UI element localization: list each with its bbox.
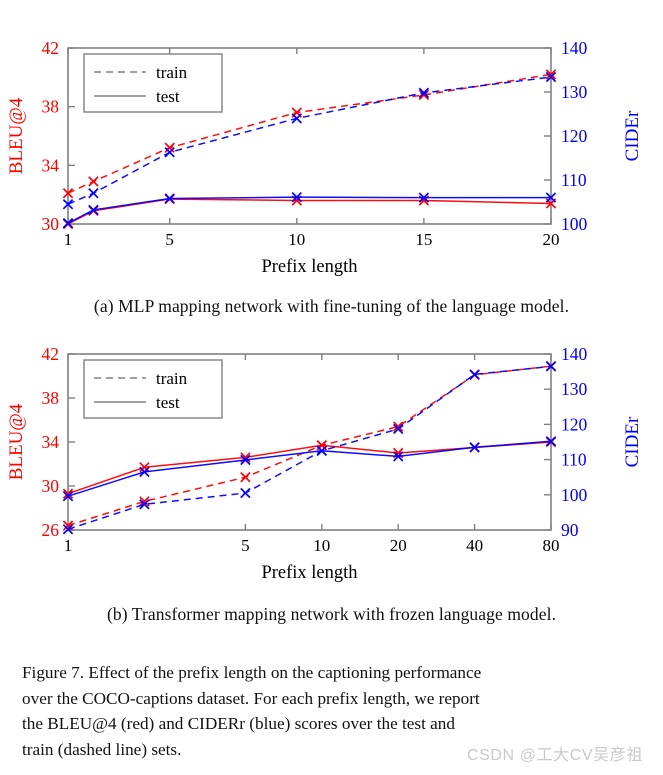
y-axis-right-title: CIDEr [622,110,643,161]
y-axis-left-tick-label: 38 [42,388,60,408]
legend-label-test: test [156,393,180,412]
y-axis-left-title: BLEU@4 [6,97,27,174]
y-axis-left-tick-label: 42 [42,38,60,58]
y-axis-right-tick-label: 110 [561,450,587,470]
x-axis-tick-label: 10 [288,230,305,249]
data-point-marker [164,142,175,153]
legend: train test [83,53,223,113]
data-point-marker [88,176,99,187]
x-axis-tick-label: 5 [165,230,174,249]
legend-box [83,359,223,419]
y-axis-right-tick-label: 140 [561,344,588,364]
legend-box [83,53,223,113]
data-point-marker [164,147,175,158]
legend-label-train: train [156,63,188,82]
data-point-marker [240,471,251,483]
legend-label-train: train [156,369,188,388]
legend: train test [83,359,223,419]
y-axis-right-tick-label: 130 [561,82,588,102]
figure-caption-line-2: over the COCO-captions dataset. For each… [22,688,480,708]
x-axis-tick-label: 20 [543,230,560,249]
subcaption-b: (b) Transformer mapping network with fro… [106,604,557,624]
x-axis-tick-label: 1 [64,230,73,249]
data-point-marker [291,113,302,124]
x-axis-tick-label: 20 [390,536,407,555]
figure-caption-line-3: the BLEU@4 (red) and CIDERr (blue) score… [22,714,455,733]
x-axis-tick-label: 40 [466,536,483,555]
y-axis-left-tick-label: 30 [42,476,60,496]
figure-caption-line-1: Figure 7. Effect of the prefix length on… [22,663,482,682]
y-axis-right-tick-label: 140 [561,38,588,58]
y-axis-left-tick-label: 38 [42,97,60,117]
x-axis-tick-label: 80 [543,536,560,555]
y-axis-left-title: BLEU@4 [6,403,27,480]
chart-panel-b: 1 5 10 20 40 80 26 30 34 38 42 90 100 110 120 130 140 BLE… [0,336,663,598]
x-axis-tick-label: 15 [415,230,432,249]
y-axis-left-tick-label: 26 [42,520,60,540]
y-axis-left-tick-label: 34 [42,432,60,452]
x-axis-tick-label: 5 [241,536,250,555]
y-axis-left-tick-label: 34 [42,155,60,175]
x-axis-title: Prefix length [261,257,357,277]
subcaption-a: (a) MLP mapping network with fine-tuning… [93,296,570,316]
y-axis-left-tick-label: 30 [42,214,60,234]
watermark: CSDN @工大CV吴彦祖 [466,747,643,764]
chart-b-svg: 1 5 10 20 40 80 26 30 34 38 42 90 100 110 120 130 140 BLE… [6,344,643,583]
chart-panel-a: 1 5 10 15 20 30 34 38 42 100 110 120 130 140 BLEU@4 CID… [0,30,663,292]
y-axis-right-tick-label: 120 [561,126,588,146]
y-axis-right-tick-label: 100 [561,485,588,505]
y-axis-right-tick-label: 100 [561,214,588,234]
y-axis-right-tick-label: 110 [561,170,587,190]
y-axis-right-tick-label: 120 [561,414,588,434]
figure-7-root: 1 5 10 15 20 30 34 38 42 100 110 120 130 140 BLEU@4 CID… [0,0,663,775]
y-axis-left-tick-label: 42 [42,344,60,364]
x-axis-tick-label: 1 [64,536,73,555]
x-axis-tick-label: 10 [313,536,330,555]
y-axis-right-tick-label: 130 [561,379,588,399]
data-point-marker [88,187,99,199]
x-axis-title: Prefix length [261,563,357,583]
y-axis-right-title: CIDEr [622,416,643,467]
legend-label-test: test [156,87,180,106]
chart-a-svg: 1 5 10 15 2030343842100110120130140BLEU@4 CID… [6,38,643,277]
data-point-marker [240,487,251,499]
y-axis-right-tick-label: 90 [561,520,579,540]
